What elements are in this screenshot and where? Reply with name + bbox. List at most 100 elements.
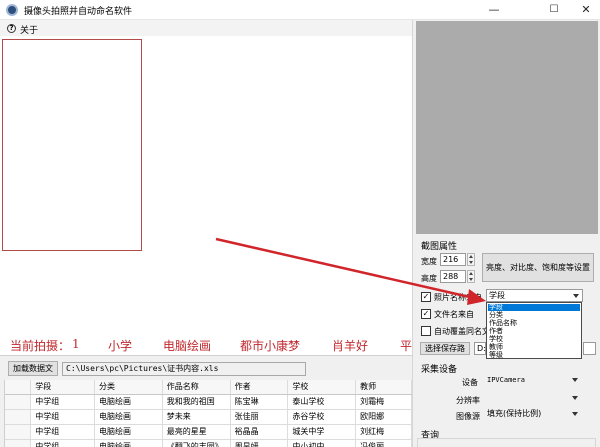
row-header[interactable] xyxy=(5,394,32,410)
table-row[interactable]: 中学组 电脑绘画 梦未来 张佳丽 赤谷学校 欧阳娜 xyxy=(5,409,412,425)
table-cell[interactable]: 电脑绘画 xyxy=(94,409,163,425)
table-cell[interactable]: 中学组 xyxy=(30,409,95,425)
close-button[interactable]: ✕ xyxy=(566,0,600,20)
crop-frame[interactable] xyxy=(2,39,142,251)
chevron-down-icon xyxy=(572,412,578,416)
table-cell[interactable]: 电脑绘画 xyxy=(94,439,163,447)
chevron-down-icon xyxy=(573,294,579,298)
column-header-school[interactable]: 学校 xyxy=(287,380,357,395)
dropdown-option-work-title[interactable]: 作品名称 xyxy=(488,320,580,327)
table-row[interactable]: 中学组 电脑绘画 我和我的祖国 陈宝琳 泰山学校 刘霜梅 xyxy=(5,394,412,410)
image-source-label: 图像源 xyxy=(456,412,480,421)
query-group xyxy=(417,438,596,447)
row-header[interactable] xyxy=(5,439,32,447)
status-category: 电脑绘画 xyxy=(163,339,212,353)
image-source-select-value: 填充(保持比例) xyxy=(487,409,542,418)
column-header-teacher[interactable]: 教师 xyxy=(355,380,412,395)
status-title: 都市小康梦 xyxy=(240,339,301,353)
table-header-row: 学段 分类 作品名称 作者 学校 教师 xyxy=(5,380,412,395)
data-file-path[interactable]: C:\Users\pc\Pictures\证书内容.xls xyxy=(62,362,306,376)
table-cell[interactable]: 周昊妍 xyxy=(230,439,289,447)
column-header-author[interactable]: 作者 xyxy=(230,380,289,395)
table-cell[interactable]: 中学组 xyxy=(30,439,95,447)
table-cell[interactable]: 泰山学校 xyxy=(287,394,357,410)
photo-name-select[interactable]: 学段 xyxy=(486,289,583,302)
row-header[interactable] xyxy=(5,424,32,440)
dropdown-option-school[interactable]: 学校 xyxy=(488,336,580,343)
device-label: 设备 xyxy=(462,378,478,387)
table-cell[interactable]: 城关中学 xyxy=(287,424,357,440)
dropdown-option-grade[interactable]: 等级 xyxy=(488,352,580,359)
menu-bar: ? 关于 xyxy=(0,20,412,36)
table-row[interactable]: 中学组 电脑绘画 最亮的星星 裕晶晶 城关中学 刘红梅 xyxy=(5,424,412,440)
load-data-button[interactable]: 加载数据文 xyxy=(8,361,58,376)
chevron-down-icon xyxy=(572,378,578,382)
window-title: 摄像头拍照并自动命名软件 xyxy=(24,7,133,17)
save-path-field[interactable]: D:\ xyxy=(474,342,486,355)
help-icon[interactable]: ? xyxy=(7,24,16,33)
table-cell[interactable]: 裕晶晶 xyxy=(230,424,289,440)
status-author: 肖羊好 xyxy=(332,339,369,353)
row-header[interactable] xyxy=(5,409,32,425)
height-spinner[interactable] xyxy=(467,270,475,283)
image-source-select[interactable]: 填充(保持比例) xyxy=(484,408,581,420)
auto-overwrite-label: 自动覆盖同名文 xyxy=(434,327,490,336)
column-header-work-title[interactable]: 作品名称 xyxy=(162,380,231,395)
photo-name-dropdown-list[interactable]: 学段 分类 作品名称 作者 学校 教师 等级 xyxy=(486,302,582,359)
camera-preview xyxy=(416,21,598,234)
table-cell[interactable]: 刘霜梅 xyxy=(355,394,412,410)
table-cell[interactable]: 赤谷学校 xyxy=(287,409,357,425)
column-header-category[interactable]: 分类 xyxy=(94,380,163,395)
table-cell[interactable]: 欧阳娜 xyxy=(355,409,412,425)
width-label: 宽度 xyxy=(421,257,437,266)
save-path-button[interactable]: 选择保存路 xyxy=(420,342,470,355)
table-cell[interactable]: 中学组 xyxy=(30,424,95,440)
capture-device-title: 采集设备 xyxy=(421,365,458,375)
width-spinner[interactable] xyxy=(467,253,475,266)
row-header-corner xyxy=(5,380,32,395)
table-row[interactable]: 中学组 电脑绘画 《翻飞的丰园》 周昊妍 中小初中 冯俊丽 xyxy=(5,439,412,447)
dropdown-option-stage[interactable]: 学段 xyxy=(488,304,580,311)
photo-name-label: 照片名称来自 xyxy=(434,293,482,302)
image-props-title: 截图属性 xyxy=(421,242,458,252)
height-label: 高度 xyxy=(421,274,437,283)
table-cell[interactable]: 《翻飞的丰园》 xyxy=(162,439,231,447)
image-adjust-button[interactable]: 亮度、对比度、饱和度等设置 xyxy=(482,253,594,282)
file-name-label: 文件名来自 xyxy=(434,310,474,319)
table-cell[interactable]: 电脑绘画 xyxy=(94,424,163,440)
save-path-field-end[interactable] xyxy=(583,342,596,355)
file-name-checkbox[interactable]: ✓ xyxy=(421,309,431,319)
table-cell[interactable]: 中小初中 xyxy=(287,439,357,447)
device-select-value: IPVCamera xyxy=(487,376,525,384)
height-input[interactable]: 288 xyxy=(440,270,466,283)
table-cell[interactable]: 梦未来 xyxy=(162,409,231,425)
dropdown-option-author[interactable]: 作者 xyxy=(488,328,580,335)
data-grid[interactable]: 学段 分类 作品名称 作者 学校 教师 中学组 电脑绘画 我和我的祖国 陈宝琳 … xyxy=(4,380,412,447)
status-stage: 小学 xyxy=(108,339,133,353)
column-header-stage[interactable]: 学段 xyxy=(30,380,95,395)
table-cell[interactable]: 我和我的祖国 xyxy=(162,394,231,410)
table-cell[interactable]: 刘红梅 xyxy=(355,424,412,440)
table-cell[interactable]: 中学组 xyxy=(30,394,95,410)
status-number: 1 xyxy=(72,337,80,351)
resolution-label: 分辨率 xyxy=(456,396,480,405)
camera-app-icon xyxy=(6,4,18,16)
photo-name-select-value: 学段 xyxy=(489,291,505,300)
table-cell[interactable]: 陈宝琳 xyxy=(230,394,289,410)
table-cell[interactable]: 张佳丽 xyxy=(230,409,289,425)
chevron-down-icon xyxy=(572,396,578,400)
table-cell[interactable]: 电脑绘画 xyxy=(94,394,163,410)
dropdown-option-category[interactable]: 分类 xyxy=(488,312,580,319)
dropdown-option-teacher[interactable]: 教师 xyxy=(488,344,580,351)
width-input[interactable]: 216 xyxy=(440,253,466,266)
table-cell[interactable]: 冯俊丽 xyxy=(355,439,412,447)
minimize-button[interactable]: — xyxy=(474,0,514,20)
device-select[interactable]: IPVCamera xyxy=(484,374,581,386)
resolution-select[interactable] xyxy=(484,392,581,404)
status-truncated: 平 xyxy=(400,339,413,353)
menu-item-about[interactable]: 关于 xyxy=(20,23,38,36)
title-bar: 摄像头拍照并自动命名软件 — ☐ ✕ xyxy=(0,0,600,20)
photo-name-checkbox[interactable]: ✓ xyxy=(421,292,431,302)
auto-overwrite-checkbox[interactable] xyxy=(421,326,431,336)
table-cell[interactable]: 最亮的星星 xyxy=(162,424,231,440)
